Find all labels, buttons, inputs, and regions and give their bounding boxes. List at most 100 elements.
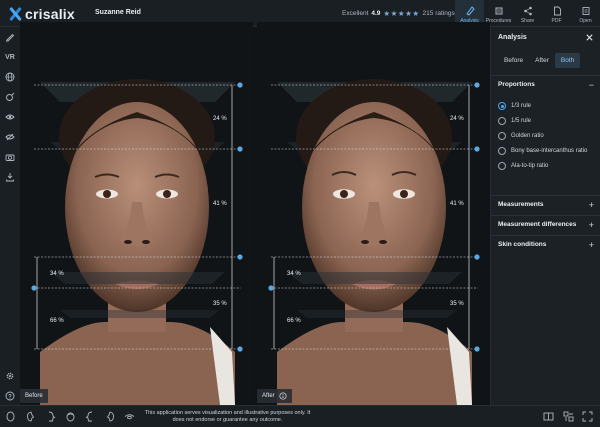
guide-handle[interactable] — [237, 346, 243, 352]
view-mode-toggle: Before After Both — [498, 53, 581, 68]
face-three-quarter-left-button[interactable] — [25, 411, 36, 422]
fullscreen-button[interactable] — [582, 411, 593, 422]
rule-option-golden-ratio[interactable]: Golden ratio — [498, 130, 544, 142]
before-label: Before — [20, 389, 48, 403]
face-profile-right-button[interactable] — [85, 411, 96, 422]
pencil-icon — [5, 33, 15, 42]
eye-icon — [5, 114, 15, 120]
face-three-quarter-right-button[interactable] — [105, 411, 116, 422]
rule-option-1-5[interactable]: 1/5 rule — [498, 115, 531, 127]
camera-icon — [5, 154, 15, 161]
view-mode-after[interactable]: After — [529, 53, 555, 68]
pdf-icon — [553, 6, 561, 16]
after-label: After — [257, 389, 292, 403]
before-pane[interactable]: 24 % 41 % 34 % 66 % 35 % Before — [20, 22, 253, 405]
view-mode-both[interactable]: Both — [554, 53, 581, 68]
globe-icon — [5, 72, 15, 82]
face-bottom-button[interactable] — [124, 411, 135, 422]
guide-handle[interactable] — [268, 285, 274, 291]
lower-third-pct: 35 % — [450, 301, 464, 307]
rule-option-ala-to-tip[interactable]: Ala-to-tip ratio — [498, 160, 548, 172]
proportions-section-header[interactable]: Proportions − — [491, 75, 600, 93]
split-view-button[interactable] — [543, 411, 554, 422]
nav-pdf[interactable]: PDF — [542, 0, 571, 27]
upper-third-pct: 24 % — [213, 116, 227, 122]
face-profile-icon — [48, 411, 56, 422]
rule-option-1-3[interactable]: 1/3 rule — [498, 100, 531, 112]
radio-icon — [498, 147, 506, 155]
split-view-icon — [543, 412, 554, 421]
guide-handle[interactable] — [474, 146, 480, 152]
rule-option-bony-base[interactable]: Bony base-intercanthus ratio — [498, 145, 587, 157]
nav-open[interactable]: Open — [571, 0, 600, 27]
face-model-after[interactable]: 24 % 41 % 34 % 66 % 35 % — [257, 22, 490, 405]
face-front-button[interactable] — [5, 411, 16, 422]
guide-handle[interactable] — [474, 82, 480, 88]
globe-button[interactable] — [4, 71, 16, 83]
eye-view-icon — [124, 414, 135, 420]
rating-label: Excellent — [342, 10, 369, 17]
guide-handle[interactable] — [474, 254, 480, 260]
expand-plus-icon: + — [588, 199, 594, 210]
face-profile-left-button[interactable] — [45, 411, 56, 422]
eye-button[interactable] — [4, 111, 16, 123]
bottom-bar: This application serves visualization an… — [0, 405, 600, 427]
face-top-button[interactable] — [65, 411, 76, 422]
lower-third-pct: 35 % — [213, 301, 227, 307]
svg-text:?: ? — [8, 394, 12, 400]
guide-handle[interactable] — [237, 82, 243, 88]
pencil-tool-button[interactable] — [4, 31, 16, 43]
light-icon — [6, 92, 15, 101]
info-icon[interactable] — [279, 392, 287, 400]
help-icon: ? — [5, 391, 15, 401]
expand-arrows-icon — [582, 411, 593, 422]
face-profile-right-icon — [85, 411, 93, 422]
after-pane[interactable]: 24 % 41 % 34 % 66 % 35 % After — [257, 22, 490, 405]
guide-handle[interactable] — [31, 285, 37, 291]
patient-name: Suzanne Reid — [95, 9, 141, 16]
light-button[interactable] — [4, 91, 16, 103]
lip-lower-pct: 66 % — [287, 318, 301, 324]
guide-handle[interactable] — [237, 254, 243, 260]
collapse-icon: − — [588, 79, 594, 90]
share-icon — [523, 6, 532, 16]
radio-icon — [498, 162, 506, 170]
lip-upper-pct: 34 % — [287, 271, 301, 277]
measurements-section-header[interactable]: Measurements + — [491, 195, 600, 213]
face-top-icon — [66, 412, 75, 422]
view-mode-before[interactable]: Before — [498, 53, 529, 68]
guide-handle[interactable] — [474, 346, 480, 352]
camera-button[interactable] — [4, 151, 16, 163]
upper-third-pct: 24 % — [450, 116, 464, 122]
panel-header: Analysis — [491, 27, 600, 47]
close-icon[interactable] — [585, 33, 594, 42]
expand-plus-icon: + — [588, 219, 594, 230]
vr-button[interactable]: VR — [4, 51, 16, 63]
hide-button[interactable] — [4, 131, 16, 143]
middle-third-pct: 41 % — [450, 201, 464, 207]
crisalix-logo-icon — [8, 6, 22, 21]
guide-handle[interactable] — [237, 146, 243, 152]
download-button[interactable] — [4, 171, 16, 183]
measurement-differences-section-header[interactable]: Measurement differences + — [491, 215, 600, 233]
face-model-before[interactable]: 24 % 41 % 34 % 66 % 35 % — [20, 22, 253, 405]
expand-plus-icon: + — [588, 239, 594, 250]
open-icon — [582, 7, 589, 15]
radio-icon — [498, 117, 506, 125]
lip-lower-pct: 66 % — [50, 318, 64, 324]
left-toolbar: VR ? — [0, 27, 20, 405]
settings-button[interactable] — [4, 370, 16, 382]
radio-selected-icon — [498, 102, 506, 110]
brand-name: crisalix — [25, 5, 75, 22]
download-icon — [6, 173, 14, 182]
nav-share[interactable]: Share — [513, 0, 542, 27]
rating-score: 4.9 — [371, 10, 381, 17]
radio-icon — [498, 132, 506, 140]
rating-count: 215 ratings — [422, 10, 455, 17]
grid-view-button[interactable] — [563, 411, 574, 422]
face-three-quarter-right-icon — [106, 411, 115, 422]
crisalix-logo: crisalix — [8, 5, 75, 22]
help-button[interactable]: ? — [4, 390, 16, 402]
grid-view-icon — [563, 411, 574, 422]
skin-conditions-section-header[interactable]: Skin conditions + — [491, 235, 600, 253]
